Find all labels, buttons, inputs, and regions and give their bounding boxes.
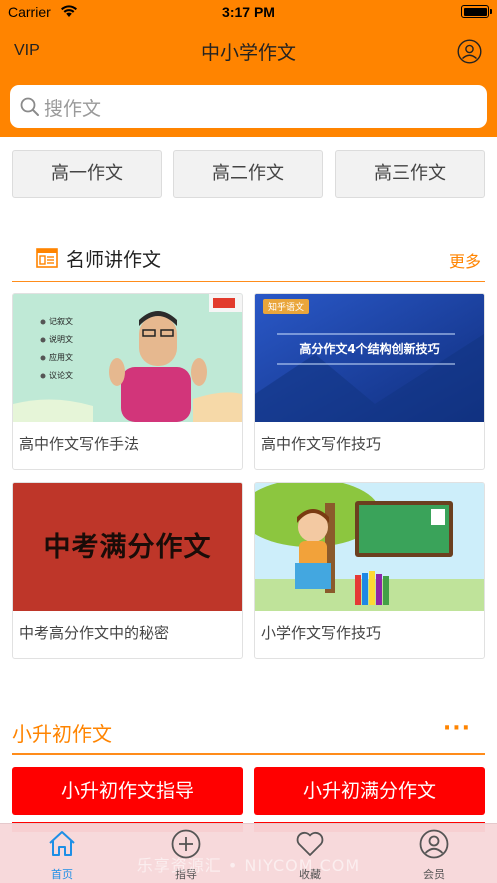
thumb-item: 应用文 (49, 353, 73, 362)
video-card[interactable]: 记叙文 说明文 应用文 议论文 高中作文写作手法 (12, 293, 243, 470)
xsc-fullscore-button[interactable]: 小升初满分作文 (254, 767, 485, 815)
search-input[interactable]: 搜作文 (10, 85, 487, 128)
teacher-section-header: 名师讲作文 更多 (12, 236, 485, 282)
tab-bar: 首页 指导 收藏 会员 (0, 823, 497, 883)
section-title: 名师讲作文 (66, 249, 162, 271)
xsc-guide-button[interactable]: 小升初作文指导 (12, 767, 243, 815)
video-thumbnail (255, 483, 484, 611)
video-card[interactable]: 知乎语文 高分作文4个结构创新技巧 高中作文写作技巧 (254, 293, 485, 470)
thumb-badge: 知乎语文 (263, 299, 310, 314)
user-circle-icon[interactable] (457, 39, 482, 64)
nav-bar: VIP 中小学作文 (0, 30, 497, 74)
thumb-text: 高分作文4个结构创新技巧 (299, 342, 440, 356)
tab-favorites[interactable]: 收藏 (270, 828, 350, 882)
card-title: 小学作文写作技巧 (261, 624, 382, 642)
home-icon (49, 831, 75, 856)
thumb-item: 说明文 (49, 335, 73, 344)
thumb-item: 议论文 (49, 371, 73, 380)
tab-member[interactable]: 会员 (394, 828, 474, 882)
section-divider (12, 753, 485, 755)
app-header: Carrier 3:17 PM VIP 中小学作文 搜作文 (0, 0, 497, 137)
video-card[interactable]: 小学作文写作技巧 (254, 482, 485, 659)
thumb-text: 中考满分作文 (43, 532, 212, 563)
tab-guide[interactable]: 指导 (146, 828, 226, 882)
tab-home[interactable]: 首页 (22, 828, 102, 882)
video-thumbnail: 中考满分作文 (13, 483, 242, 611)
more-link[interactable]: 更多 (449, 248, 481, 272)
video-card[interactable]: 中考满分作文 中考高分作文中的秘密 (12, 482, 243, 659)
grade-buttons: 高一作文 高二作文 高三作文 (12, 150, 485, 198)
tab-label: 会员 (423, 868, 445, 881)
user-circle-icon (419, 829, 449, 859)
grade-button-senior3[interactable]: 高三作文 (335, 150, 485, 198)
card-title: 中考高分作文中的秘密 (19, 624, 170, 642)
grade-button-senior2[interactable]: 高二作文 (173, 150, 323, 198)
card-title: 高中作文写作技巧 (261, 435, 382, 453)
video-thumbnail: 知乎语文 高分作文4个结构创新技巧 (255, 294, 484, 422)
tab-label: 指导 (175, 868, 197, 881)
card-title: 高中作文写作手法 (19, 435, 140, 453)
battery-icon (461, 5, 492, 18)
tab-label: 收藏 (299, 868, 321, 881)
grade-button-senior1[interactable]: 高一作文 (12, 150, 162, 198)
page-title: 中小学作文 (200, 42, 296, 64)
search-placeholder: 搜作文 (44, 98, 102, 120)
more-dots-icon[interactable]: ··· (443, 716, 471, 741)
article-list-icon (36, 248, 58, 268)
search-icon (20, 97, 39, 116)
clock: 3:17 PM (222, 4, 275, 20)
plus-circle-icon (171, 829, 201, 859)
status-bar: Carrier 3:17 PM (0, 0, 497, 26)
heart-icon (296, 831, 324, 856)
xsc-section-title: 小升初作文 (12, 722, 112, 746)
tab-label: 首页 (51, 868, 73, 881)
thumb-item: 记叙文 (49, 317, 73, 326)
video-thumbnail: 记叙文 说明文 应用文 议论文 (13, 294, 242, 422)
